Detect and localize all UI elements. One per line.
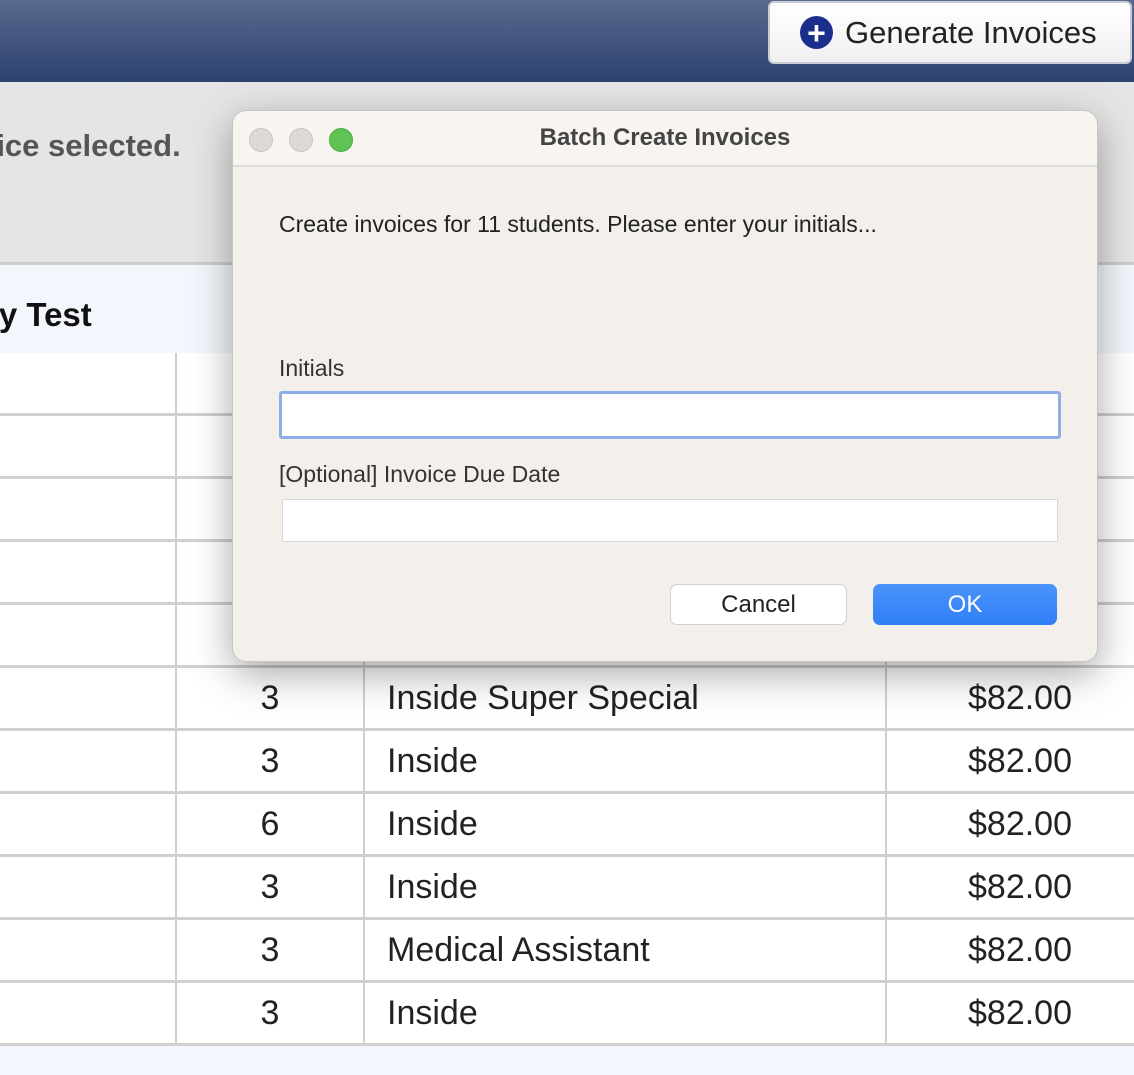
table-row[interactable]: 3 Inside $82.00 <box>0 857 1134 920</box>
due-date-label: [Optional] Invoice Due Date <box>279 461 561 487</box>
table-row[interactable]: 3 Inside $82.00 <box>0 731 1134 794</box>
session-cell: 3 <box>175 983 363 1043</box>
generate-invoices-button[interactable]: + Generate Invoices <box>768 1 1132 64</box>
selection-status: tice selected. <box>0 128 181 163</box>
session-cell: 3 <box>175 668 363 728</box>
type-cell: Medical Assistant <box>363 920 885 980</box>
price-cell: $82.00 <box>885 920 1134 980</box>
table-row[interactable]: 6 Inside $82.00 <box>0 794 1134 857</box>
due-date-input[interactable] <box>282 499 1058 542</box>
cancel-button[interactable]: Cancel <box>670 584 847 625</box>
dialog-message: Create invoices for 11 students. Please … <box>279 211 877 237</box>
session-cell: 3 <box>175 857 363 917</box>
session-cell: 3 <box>175 731 363 791</box>
table-row[interactable]: 3 Medical Assistant $82.00 <box>0 920 1134 983</box>
type-cell: Inside <box>363 731 885 791</box>
session-cell: 6 <box>175 794 363 854</box>
dialog-titlebar: Batch Create Invoices <box>233 111 1097 167</box>
price-cell: $82.00 <box>885 794 1134 854</box>
type-cell: Inside <box>363 857 885 917</box>
price-cell: $82.00 <box>885 983 1134 1043</box>
price-cell: $82.00 <box>885 668 1134 728</box>
ok-button[interactable]: OK <box>873 584 1057 625</box>
dialog-title: Batch Create Invoices <box>539 124 791 151</box>
generate-invoices-label: Generate Invoices <box>845 14 1097 50</box>
type-cell: Inside <box>363 983 885 1043</box>
price-cell: $82.00 <box>885 857 1134 917</box>
batch-create-invoices-dialog: Batch Create Invoices Create invoices fo… <box>232 110 1098 662</box>
initials-label: Initials <box>279 355 345 381</box>
session-cell: 3 <box>175 920 363 980</box>
column-header: ry Test <box>0 296 92 333</box>
type-cell: Inside <box>363 794 885 854</box>
price-cell: $82.00 <box>885 731 1134 791</box>
type-cell: Inside Super Special <box>363 668 885 728</box>
table-row[interactable]: 3 Inside Super Special $82.00 <box>0 668 1134 731</box>
plus-circle-icon: + <box>800 16 833 49</box>
initials-input[interactable] <box>279 391 1061 439</box>
table-row[interactable]: 3 Inside $82.00 <box>0 983 1134 1046</box>
app-header: + Generate Invoices <box>0 0 1134 82</box>
